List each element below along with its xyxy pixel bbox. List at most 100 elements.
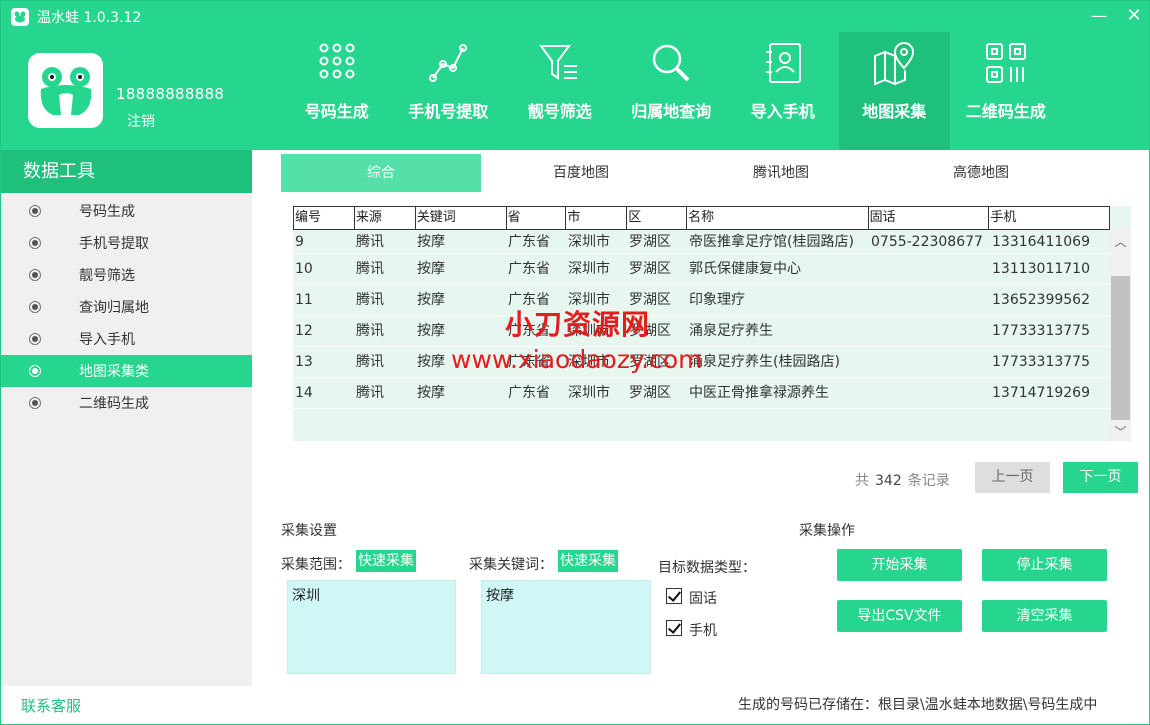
cell-city: 深圳市 xyxy=(568,261,610,277)
table-row[interactable]: 9 腾讯 按摩 广东省 深圳市 罗湖区 帝医推拿足疗馆(桂园路店) 0755-22308677… xyxy=(293,230,1110,254)
user-phone: 18888888888 xyxy=(116,85,225,103)
cell-district: 罗湖区 xyxy=(629,385,671,401)
range-label: 采集范围： xyxy=(281,557,351,573)
sidebar-item-number-generate[interactable]: 号码生成 xyxy=(1,195,252,227)
next-page-button[interactable]: 下一页 xyxy=(1063,462,1138,493)
sidebar-item-number-filter[interactable]: 靓号筛选 xyxy=(1,259,252,291)
column-header[interactable]: 来源 xyxy=(355,207,416,229)
column-header[interactable]: 手机 xyxy=(989,207,1109,229)
data-type-label: 目标数据类型： xyxy=(658,560,756,576)
record-count-value: 342 xyxy=(875,473,902,489)
range-input[interactable]: 深圳 xyxy=(287,580,456,674)
search-icon xyxy=(653,44,690,82)
cell-mobile: 17733313775 xyxy=(992,323,1090,339)
cell-district: 罗湖区 xyxy=(629,234,671,250)
cell-source: 腾讯 xyxy=(356,385,384,401)
nav-item-map-collect[interactable]: 地图采集 xyxy=(838,32,950,150)
scroll-down-icon[interactable]: ﹀ xyxy=(1110,422,1131,442)
cell-id: 14 xyxy=(295,385,313,401)
radio-icon xyxy=(29,333,41,345)
landline-checkbox[interactable] xyxy=(666,588,682,604)
cell-mobile: 13714719269 xyxy=(992,385,1090,401)
settings-title: 采集设置 xyxy=(281,523,337,539)
keyword-input[interactable]: 按摩 xyxy=(481,580,651,674)
minimize-button[interactable]: — xyxy=(1087,5,1111,27)
column-header[interactable]: 市 xyxy=(566,207,628,229)
table-body: 9 腾讯 按摩 广东省 深圳市 罗湖区 帝医推拿足疗馆(桂园路店) 0755-22308677… xyxy=(293,230,1110,409)
table-row[interactable]: 11 腾讯 按摩 广东省 深圳市 罗湖区 印象理疗 13652399562 xyxy=(293,285,1110,316)
cell-mobile: 17733313775 xyxy=(992,354,1090,370)
sidebar-item-map-collect[interactable]: 地图采集类 xyxy=(1,355,252,387)
vertical-scrollbar[interactable]: ︿ ﹀ xyxy=(1110,230,1131,441)
column-header[interactable]: 编号 xyxy=(294,207,355,229)
sidebar-item-label: 号码生成 xyxy=(79,204,135,220)
sidebar-item-qr-generate[interactable]: 二维码生成 xyxy=(1,387,252,419)
cell-name: 涌泉足疗养生 xyxy=(689,323,773,339)
nav-item-phone-extract[interactable]: 手机号提取 xyxy=(393,32,505,150)
sidebar-item-label: 导入手机 xyxy=(79,332,135,348)
column-header[interactable]: 固话 xyxy=(869,207,990,229)
contact-support-link[interactable]: 联系客服 xyxy=(21,695,81,716)
column-header[interactable]: 省 xyxy=(507,207,567,229)
cell-id: 9 xyxy=(295,234,304,250)
export-csv-button[interactable]: 导出CSV文件 xyxy=(837,600,962,632)
table-row[interactable]: 10 腾讯 按摩 广东省 深圳市 罗湖区 郭氏保健康复中心 13113011710 xyxy=(293,254,1110,285)
sidebar-list: 号码生成 手机号提取 靓号筛选 查询归属地 导入手机 地图采集类 二维码生成 xyxy=(1,195,252,419)
radio-icon xyxy=(29,397,41,409)
stop-collect-button[interactable]: 停止采集 xyxy=(982,549,1107,581)
filter-icon xyxy=(538,45,577,80)
map-pin-icon xyxy=(874,42,915,86)
prev-page-button[interactable]: 上一页 xyxy=(975,462,1050,493)
dots-grid-icon xyxy=(319,43,355,79)
nav-item-qr-generate[interactable]: 二维码生成 xyxy=(950,32,1062,150)
nav-item-number-filter[interactable]: 靓号筛选 xyxy=(504,32,616,150)
watermark-title: 小刀资源网 xyxy=(505,308,651,341)
start-collect-button[interactable]: 开始采集 xyxy=(837,549,962,581)
tab-combined[interactable]: 综合 xyxy=(281,154,481,192)
cell-source: 腾讯 xyxy=(356,292,384,308)
mobile-checkbox[interactable] xyxy=(666,620,682,636)
nav-label: 地图采集 xyxy=(862,102,927,121)
cell-name: 印象理疗 xyxy=(689,292,745,308)
sidebar-item-phone-extract[interactable]: 手机号提取 xyxy=(1,227,252,259)
column-header[interactable]: 名称 xyxy=(687,207,869,229)
clear-collect-button[interactable]: 清空采集 xyxy=(982,600,1107,632)
sidebar-title: 数据工具 xyxy=(1,150,252,193)
cell-keyword: 按摩 xyxy=(417,234,445,250)
radio-icon xyxy=(29,237,41,249)
nav-item-number-generate[interactable]: 号码生成 xyxy=(281,32,393,150)
results-table: 编号 来源 关键词 省 市 区 名称 固话 手机 9 腾讯 按摩 广东省 深圳市 罗湖区帝… xyxy=(293,206,1131,441)
scroll-thumb[interactable] xyxy=(1111,276,1130,420)
nav-label: 号码生成 xyxy=(304,102,369,121)
sidebar-item-label: 地图采集类 xyxy=(79,364,149,380)
sidebar-item-location-query[interactable]: 查询归属地 xyxy=(1,291,252,323)
logout-link[interactable]: 注销 xyxy=(127,111,155,131)
tab-baidu-map[interactable]: 百度地图 xyxy=(481,154,681,192)
map-source-tabs: 综合 百度地图 腾讯地图 高德地图 xyxy=(281,154,1081,192)
operations-title: 采集操作 xyxy=(799,523,855,539)
tab-tencent-map[interactable]: 腾讯地图 xyxy=(681,154,881,192)
sidebar-item-label: 手机号提取 xyxy=(79,236,149,252)
nav-item-location-query[interactable]: 归属地查询 xyxy=(616,32,728,150)
cell-id: 11 xyxy=(295,292,313,308)
table-row[interactable]: 12 腾讯 按摩 广东省 深圳市 罗湖区 涌泉足疗养生 17733313775 xyxy=(293,316,1110,347)
table-row[interactable]: 14 腾讯 按摩 广东省 深圳市 罗湖区 中医正骨推拿禄源养生 13714719269 xyxy=(293,378,1110,409)
sidebar-item-import-phone[interactable]: 导入手机 xyxy=(1,323,252,355)
sidebar-item-label: 靓号筛选 xyxy=(79,268,135,284)
column-header[interactable]: 关键词 xyxy=(416,207,507,229)
column-header[interactable]: 区 xyxy=(627,207,688,229)
nav-label: 手机号提取 xyxy=(408,102,489,121)
scroll-up-icon[interactable]: ︿ xyxy=(1110,232,1131,252)
sidebar-item-label: 二维码生成 xyxy=(79,396,149,412)
sidebar-item-label: 查询归属地 xyxy=(79,300,149,316)
tab-amap[interactable]: 高德地图 xyxy=(881,154,1081,192)
cell-landline: 0755-22308677 xyxy=(871,234,983,250)
nav-item-import-phone[interactable]: 导入手机 xyxy=(727,32,839,150)
cell-landline xyxy=(869,254,990,284)
keyword-quick-collect-button[interactable]: 快速采集 xyxy=(558,550,618,572)
app-logo xyxy=(28,53,103,128)
cell-keyword: 按摩 xyxy=(417,261,445,277)
range-quick-collect-button[interactable]: 快速采集 xyxy=(356,550,416,572)
close-button[interactable]: ✕ xyxy=(1122,5,1146,27)
radio-icon xyxy=(29,365,41,377)
